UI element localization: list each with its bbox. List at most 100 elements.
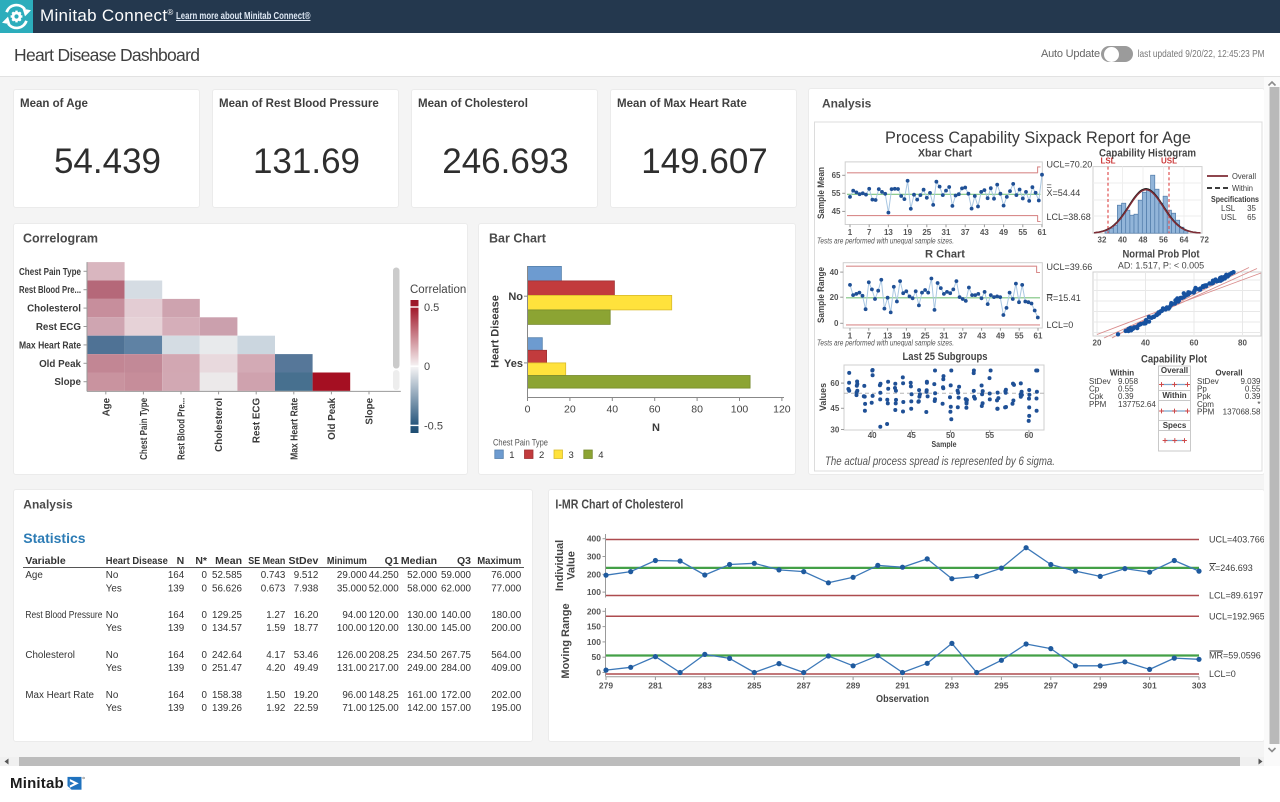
- svg-text:SE Mean: SE Mean: [248, 555, 285, 567]
- svg-text:0: 0: [834, 319, 839, 328]
- svg-text:125.00: 125.00: [369, 703, 400, 714]
- svg-text:139: 139: [168, 583, 184, 594]
- svg-text:Within: Within: [1162, 391, 1186, 400]
- svg-text:20: 20: [564, 404, 576, 416]
- svg-text:295: 295: [994, 681, 1008, 691]
- svg-text:285: 285: [747, 681, 761, 691]
- svg-text:289: 289: [846, 681, 860, 691]
- svg-text:16.20: 16.20: [294, 610, 319, 621]
- svg-text:Value: Value: [566, 551, 578, 580]
- svg-text:No: No: [106, 690, 119, 701]
- svg-text:Rest ECG: Rest ECG: [252, 398, 263, 444]
- svg-text:7.938: 7.938: [294, 583, 319, 594]
- svg-text:80: 80: [1238, 339, 1247, 348]
- svg-text:No: No: [508, 291, 523, 303]
- svg-text:No: No: [106, 650, 119, 661]
- svg-text:139.26: 139.26: [212, 703, 243, 714]
- svg-text:44.250: 44.250: [369, 570, 400, 581]
- svg-text:0: 0: [202, 703, 208, 714]
- svg-text:Rest ECG: Rest ECG: [36, 322, 82, 333]
- svg-text:564.00: 564.00: [491, 650, 522, 661]
- svg-text:0: 0: [202, 583, 208, 594]
- svg-text:100.00: 100.00: [337, 623, 368, 634]
- svg-text:60: 60: [1024, 431, 1033, 440]
- svg-text:Specifications: Specifications: [1211, 195, 1259, 204]
- svg-text:76.000: 76.000: [491, 570, 522, 581]
- svg-text:Q3: Q3: [457, 555, 471, 567]
- svg-text:Age: Age: [101, 397, 112, 416]
- svg-text:158.38: 158.38: [212, 690, 243, 701]
- svg-text:279: 279: [599, 681, 613, 691]
- svg-text:0: 0: [202, 610, 208, 621]
- svg-text:200: 200: [587, 606, 601, 616]
- svg-text:Process Capability Sixpack Rep: Process Capability Sixpack Report for Ag…: [885, 129, 1191, 147]
- svg-text:202.00: 202.00: [491, 690, 522, 701]
- svg-text:40: 40: [868, 431, 877, 440]
- svg-text:0.743: 0.743: [261, 570, 286, 581]
- svg-text:52.000: 52.000: [369, 583, 400, 594]
- svg-text:Yes: Yes: [106, 583, 122, 594]
- svg-text:45: 45: [907, 431, 916, 440]
- svg-text:Individual: Individual: [554, 540, 566, 591]
- svg-text:208.25: 208.25: [369, 650, 400, 661]
- svg-text:60: 60: [830, 379, 839, 388]
- svg-text:Slope: Slope: [365, 397, 376, 424]
- svg-text:49: 49: [999, 228, 1008, 237]
- svg-text:Chest Pain Type: Chest Pain Type: [139, 397, 150, 459]
- svg-text:60: 60: [1190, 339, 1199, 348]
- svg-text:32: 32: [1098, 236, 1107, 245]
- svg-text:61: 61: [1038, 228, 1047, 237]
- svg-text:100: 100: [731, 404, 749, 416]
- svg-text:Specs: Specs: [1163, 421, 1187, 430]
- svg-text:Q1: Q1: [385, 555, 399, 567]
- svg-text:Last 25 Subgroups: Last 25 Subgroups: [903, 351, 988, 363]
- svg-text:Old Peak: Old Peak: [39, 359, 81, 370]
- svg-text:200.00: 200.00: [491, 623, 522, 634]
- svg-text:120: 120: [773, 404, 791, 416]
- svg-text:53.46: 53.46: [294, 650, 319, 661]
- svg-text:N*: N*: [195, 555, 208, 567]
- svg-text:139: 139: [168, 663, 184, 674]
- svg-text:142.00: 142.00: [407, 703, 438, 714]
- svg-text:96.00: 96.00: [342, 690, 367, 701]
- svg-text:LSL: LSL: [1221, 204, 1236, 213]
- svg-text:Values: Values: [818, 383, 828, 411]
- svg-text:Heart Disease: Heart Disease: [106, 555, 168, 567]
- svg-text:164: 164: [168, 690, 185, 701]
- svg-text:267.75: 267.75: [441, 650, 472, 661]
- svg-text:StDev: StDev: [289, 555, 319, 567]
- svg-text:100: 100: [587, 637, 601, 647]
- svg-text:Cholesterol: Cholesterol: [214, 398, 225, 452]
- svg-text:120.00: 120.00: [369, 610, 400, 621]
- svg-text:Within: Within: [1232, 184, 1253, 193]
- svg-text:Max Heart Rate: Max Heart Rate: [289, 397, 300, 459]
- svg-text:Yes: Yes: [106, 663, 122, 674]
- svg-text:Statistics: Statistics: [23, 530, 85, 546]
- svg-text:59.000: 59.000: [441, 570, 472, 581]
- svg-text:139: 139: [168, 703, 184, 714]
- svg-text:Cholesterol: Cholesterol: [25, 650, 75, 661]
- svg-text:Capability Plot: Capability Plot: [1141, 354, 1207, 366]
- svg-text:195.00: 195.00: [491, 703, 522, 714]
- svg-text:40: 40: [1118, 236, 1127, 245]
- svg-text:No: No: [106, 610, 119, 621]
- svg-text:291: 291: [895, 681, 909, 691]
- svg-text:Moving Range: Moving Range: [560, 603, 572, 678]
- svg-text:LCL=89.6197: LCL=89.6197: [1209, 591, 1263, 601]
- svg-text:X=54.44: X=54.44: [1047, 188, 1081, 198]
- svg-text:72: 72: [1200, 236, 1209, 245]
- svg-text:100: 100: [587, 587, 601, 597]
- svg-text:251.47: 251.47: [212, 663, 242, 674]
- svg-text:Maximum: Maximum: [477, 555, 521, 567]
- svg-text:45: 45: [830, 404, 839, 413]
- svg-text:Correlation: Correlation: [410, 284, 466, 296]
- svg-text:45: 45: [832, 207, 841, 216]
- svg-text:0.673: 0.673: [261, 583, 286, 594]
- svg-text:Age: Age: [25, 570, 43, 581]
- svg-text:55: 55: [985, 431, 994, 440]
- svg-text:65: 65: [832, 171, 841, 180]
- svg-text:Bar Chart: Bar Chart: [489, 232, 547, 246]
- svg-text:161.00: 161.00: [407, 690, 438, 701]
- svg-text:N: N: [177, 555, 185, 567]
- svg-text:1.92: 1.92: [266, 703, 285, 714]
